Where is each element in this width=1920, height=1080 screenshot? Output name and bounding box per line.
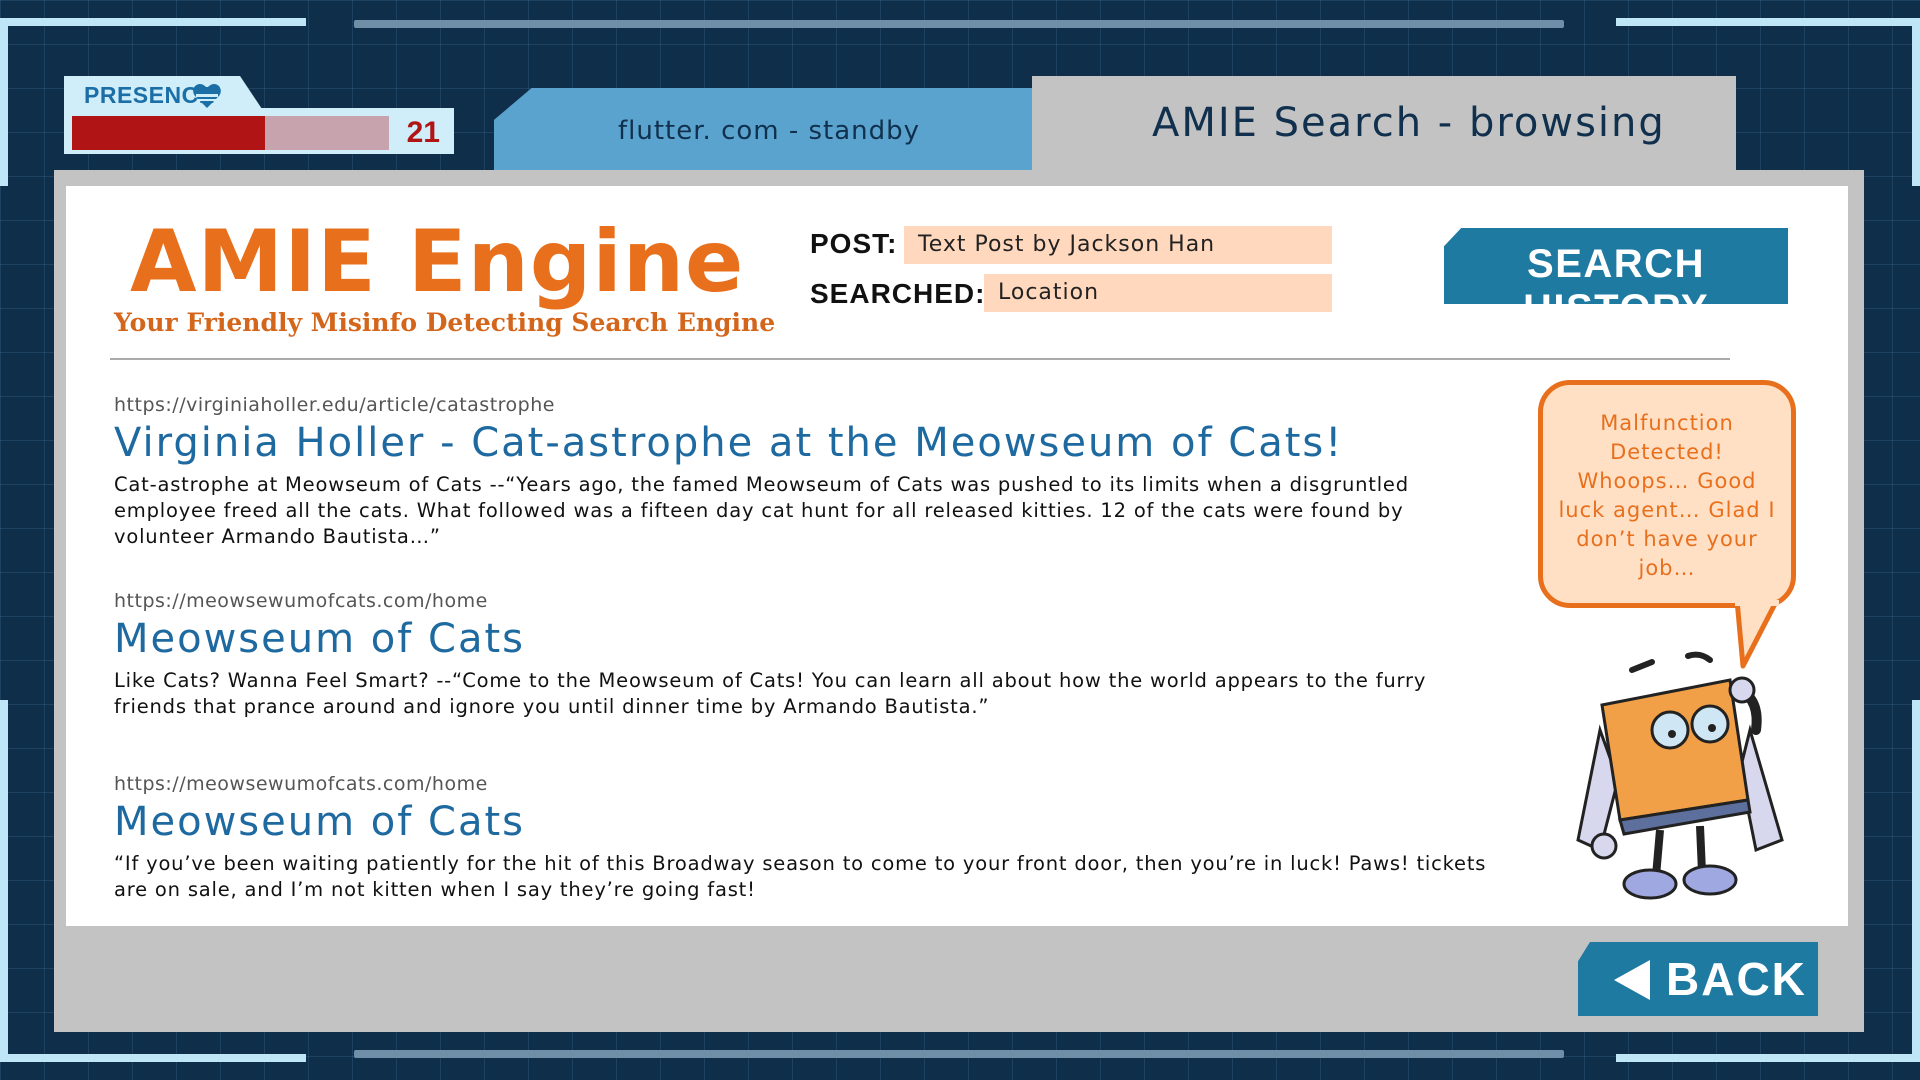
- result-title[interactable]: Virginia Holler - Cat-astrophe at the Me…: [114, 418, 1494, 468]
- result-title[interactable]: Meowseum of Cats: [114, 614, 1494, 664]
- frame-bottom-right-v: [1912, 700, 1920, 1062]
- frame-top-right-v: [1912, 18, 1920, 186]
- presence-bar: [72, 116, 389, 150]
- search-result: https://meowsewumofcats.com/home Meowseu…: [114, 773, 1494, 903]
- engine-logo-title: AMIE Engine: [130, 212, 745, 312]
- result-url[interactable]: https://virginiaholler.edu/article/catas…: [114, 394, 1494, 416]
- frame-top-left-v: [0, 18, 8, 186]
- assistant-message: Malfunction Detected! Whoops… Good luck …: [1558, 411, 1776, 580]
- back-button[interactable]: BACK: [1578, 942, 1818, 1016]
- engine-logo-subtitle: Your Friendly Misinfo Detecting Search E…: [114, 308, 776, 337]
- searched-label: SEARCHED:: [810, 278, 986, 309]
- heart-icon: [193, 84, 221, 108]
- result-url[interactable]: https://meowsewumofcats.com/home: [114, 590, 1494, 612]
- tab-flutter-label: flutter. com - standby: [618, 116, 921, 146]
- frame-bottom-left-h: [0, 1054, 306, 1062]
- back-arrow-icon: [1614, 960, 1650, 1000]
- presence-value: 21: [406, 116, 440, 149]
- amie-mascot-icon: [1576, 651, 1784, 900]
- frame-bottom-left-v: [0, 700, 8, 1062]
- post-value: Text Post by Jackson Han: [904, 226, 1332, 264]
- presence-body: 21: [64, 108, 454, 154]
- search-result: https://meowsewumofcats.com/home Meowseu…: [114, 590, 1494, 720]
- presence-meter: PRESENCE 21: [64, 76, 454, 154]
- tab-flutter[interactable]: flutter. com - standby: [494, 88, 1032, 172]
- frame-bottom-bar: [354, 1050, 1564, 1058]
- tab-amie-search[interactable]: AMIE Search - browsing: [1032, 76, 1736, 172]
- search-history-button[interactable]: SEARCH HISTORY: [1444, 228, 1788, 304]
- result-title[interactable]: Meowseum of Cats: [114, 797, 1494, 847]
- frame-top-left-h: [0, 18, 306, 26]
- tab-amie-search-label: AMIE Search - browsing: [1152, 100, 1666, 146]
- frame-top-bar: [354, 20, 1564, 28]
- search-result: https://virginiaholler.edu/article/catas…: [114, 394, 1494, 550]
- frame-top-right-h: [1616, 18, 1920, 26]
- post-label: POST:: [810, 228, 898, 259]
- presence-bar-fill: [72, 116, 266, 150]
- back-label: BACK: [1666, 953, 1807, 1005]
- result-snippet: “If you’ve been waiting patiently for th…: [114, 852, 1487, 901]
- searched-value: Location: [984, 274, 1332, 312]
- result-url[interactable]: https://meowsewumofcats.com/home: [114, 773, 1494, 795]
- result-snippet: Cat-astrophe at Meowseum of Cats --“Year…: [114, 473, 1409, 548]
- assistant-speech-bubble: Malfunction Detected! Whoops… Good luck …: [1538, 380, 1796, 608]
- divider: [110, 358, 1730, 360]
- frame-bottom-right-h: [1616, 1054, 1920, 1062]
- result-snippet: Like Cats? Wanna Feel Smart? --“Come to …: [114, 669, 1427, 718]
